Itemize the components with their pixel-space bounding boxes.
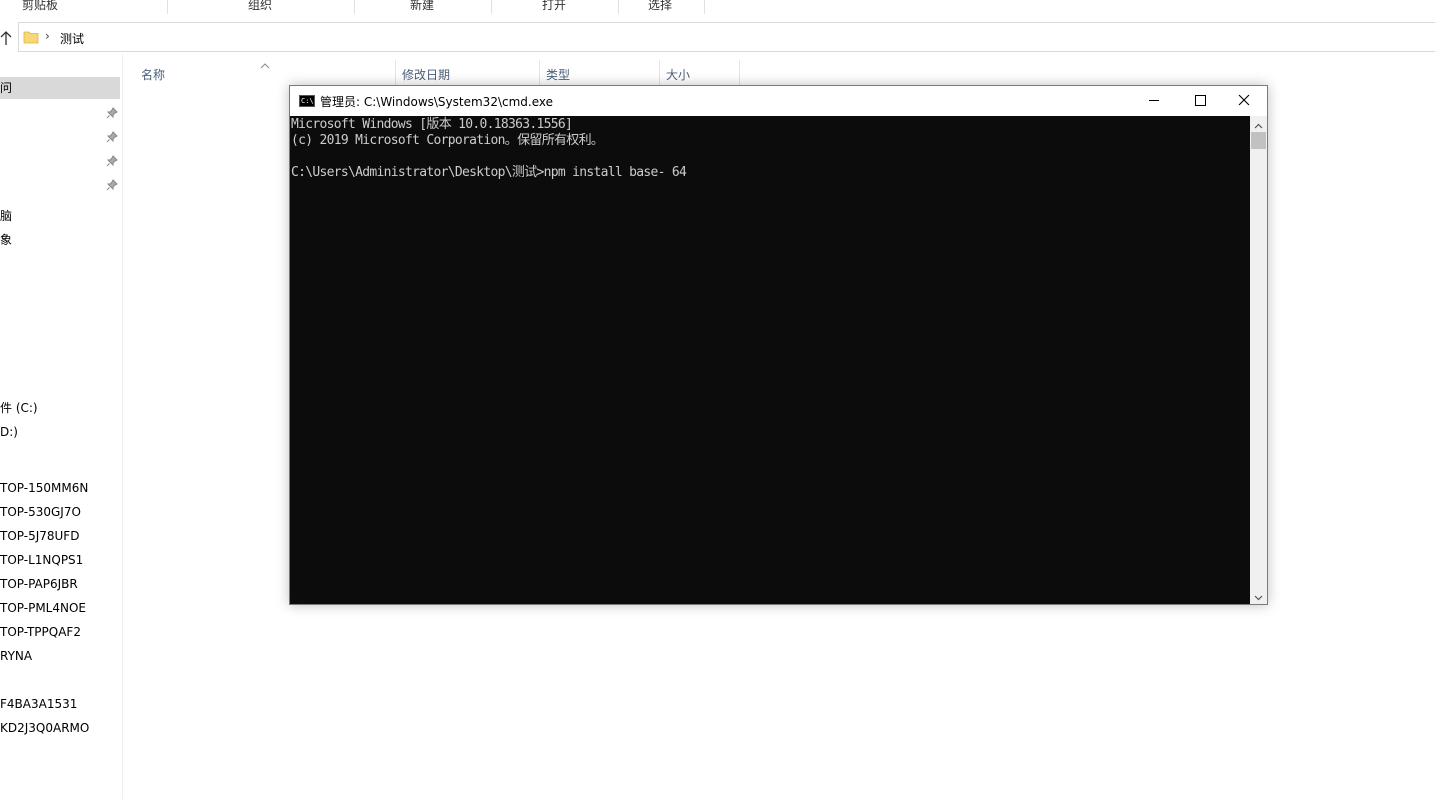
column-header-type[interactable]: 类型 [546,66,570,83]
navigation-pane: 问 脑 象 件 (C:) D:) TOP-150MM6N TOP-530GJ7O… [0,54,123,799]
ribbon-divider [491,0,492,14]
address-path[interactable]: 测试 [60,30,84,47]
scroll-thumb[interactable] [1251,132,1266,149]
nav-item-drive-d[interactable]: D:) [0,421,18,443]
console-output[interactable]: Microsoft Windows [版本 10.0.18363.1556] (… [290,116,1250,604]
nav-item-network-pc[interactable]: TOP-L1NQPS1 [0,549,83,571]
maximize-button[interactable] [1177,86,1223,116]
column-header-modified[interactable]: 修改日期 [402,66,450,83]
minimize-icon [1149,100,1159,101]
scroll-down-icon[interactable] [1254,591,1263,601]
nav-item-network-pc[interactable]: TOP-150MM6N [0,477,88,499]
pin-icon[interactable] [106,107,118,119]
sort-up-icon [260,58,270,72]
ribbon-group-organize[interactable]: 组织 [230,0,290,14]
column-divider[interactable] [395,60,396,86]
column-divider[interactable] [539,60,540,86]
nav-item-network-pc[interactable]: TOP-PML4NOE [0,597,86,619]
ribbon-group-select[interactable]: 选择 [630,0,690,14]
ribbon-group-clipboard[interactable]: 剪贴板 [0,0,80,14]
ribbon-divider [167,0,168,14]
nav-item-network-pc[interactable]: TOP-530GJ7O [0,501,81,523]
console-line: Microsoft Windows [版本 10.0.18363.1556] [291,117,573,132]
cmd-icon[interactable]: C:\ [299,95,315,107]
pin-icon[interactable] [106,131,118,143]
chevron-right-icon[interactable]: › [45,29,50,43]
cmd-window[interactable]: C:\ 管理员: C:\Windows\System32\cmd.exe Mic… [289,85,1268,605]
pin-icon[interactable] [106,179,118,191]
scroll-up-icon[interactable] [1254,120,1263,129]
vertical-scrollbar[interactable] [1250,116,1267,604]
nav-item-network-pc[interactable]: TOP-PAP6JBR [0,573,78,595]
nav-item-3d-objects[interactable]: 象 [0,229,12,251]
ribbon: 剪贴板 组织 新建 打开 选择 [0,0,1435,14]
nav-item-network-pc[interactable]: RYNA [0,645,32,667]
column-divider[interactable] [739,60,740,86]
console-line: (c) 2019 Microsoft Corporation。保留所有权利。 [291,133,604,148]
window-title: 管理员: C:\Windows\System32\cmd.exe [320,95,553,109]
column-header-size[interactable]: 大小 [666,66,690,83]
arrow-up-icon[interactable] [0,30,12,46]
column-header-name[interactable]: 名称 [141,66,165,83]
address-bar[interactable]: › 测试 [18,22,1435,52]
minimize-button[interactable] [1131,86,1177,116]
ribbon-divider [618,0,619,14]
nav-item-quick-access[interactable]: 问 [0,77,120,99]
ribbon-divider [704,0,705,14]
console-line: C:\Users\Administrator\Desktop\测试>npm in… [291,165,687,180]
folder-icon [23,30,39,47]
nav-item-drive-c[interactable]: 件 (C:) [0,397,38,419]
cmd-titlebar[interactable]: C:\ 管理员: C:\Windows\System32\cmd.exe [290,86,1267,116]
ribbon-group-new[interactable]: 新建 [392,0,452,14]
close-button[interactable] [1221,86,1267,116]
nav-item-network-pc[interactable]: KD2J3Q0ARMO [0,717,89,739]
pin-icon[interactable] [106,155,118,167]
ribbon-group-open[interactable]: 打开 [524,0,584,14]
nav-item-network-pc[interactable]: F4BA3A1531 [0,693,77,715]
nav-item-network-pc[interactable]: TOP-TPPQAF2 [0,621,81,643]
ribbon-divider [354,0,355,14]
nav-item-network-pc[interactable]: TOP-5J78UFD [0,525,79,547]
maximize-icon [1195,95,1206,106]
column-divider[interactable] [659,60,660,86]
close-icon [1238,94,1250,106]
nav-item-this-pc[interactable]: 脑 [0,205,12,227]
